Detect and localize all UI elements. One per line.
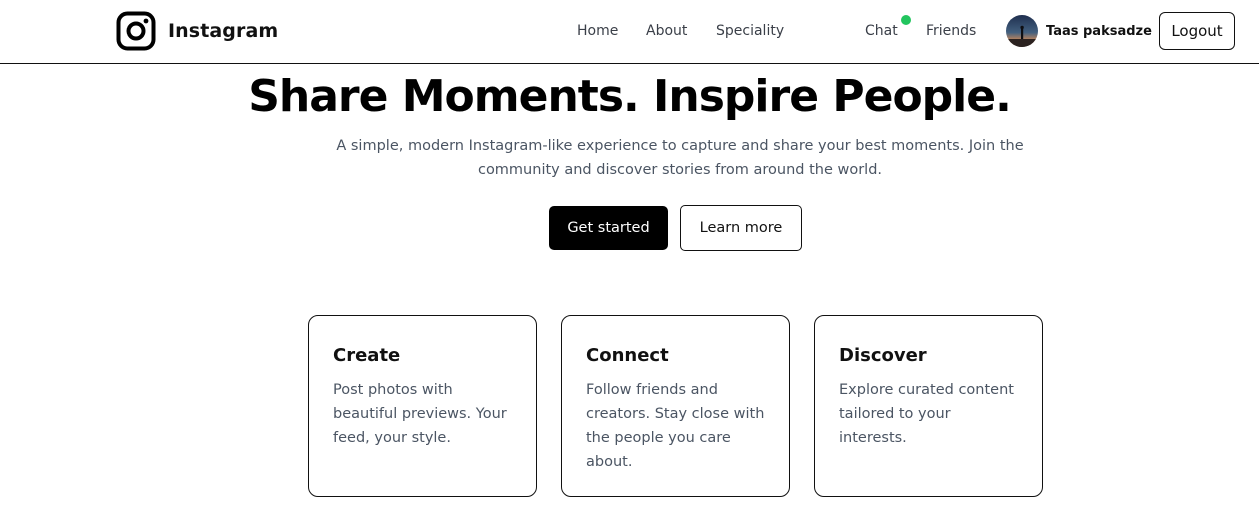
nav-friends-link[interactable]: Friends: [926, 23, 976, 39]
nav-speciality-link[interactable]: Speciality: [716, 23, 784, 39]
brand-name: Instagram: [168, 20, 279, 42]
user-name: Taas paksadze: [1046, 23, 1152, 39]
feature-card-create: Create Post photos with beautiful previe…: [308, 315, 537, 497]
logout-button[interactable]: Logout: [1159, 12, 1235, 50]
feature-card-title: Create: [333, 345, 401, 366]
feature-card-title: Discover: [839, 345, 927, 366]
feature-card-description: Follow friends and creators. Stay close …: [586, 382, 765, 470]
feature-card-connect: Connect Follow friends and creators. Sta…: [561, 315, 790, 497]
feature-card-discover: Discover Explore curated content tailore…: [814, 315, 1043, 497]
get-started-button[interactable]: Get started: [549, 206, 668, 250]
feature-card-description: Post photos with beautiful previews. You…: [333, 382, 507, 446]
nav-about-link[interactable]: About: [646, 23, 687, 39]
hero-title: Share Moments. Inspire People.: [248, 71, 1012, 122]
brand[interactable]: Instagram: [116, 11, 278, 51]
hero-subtitle: A simple, modern Instagram-like experien…: [336, 138, 1024, 178]
instagram-logo-icon: [116, 11, 156, 51]
top-navbar: Instagram Home About Speciality Chat Fri…: [0, 0, 1259, 64]
online-status-dot: [901, 15, 911, 25]
avatar: [1006, 15, 1038, 47]
user-profile[interactable]: Taas paksadze: [1006, 15, 1152, 47]
feature-card-description: Explore curated content tailored to your…: [839, 382, 1014, 446]
learn-more-button[interactable]: Learn more: [680, 205, 802, 251]
nav-chat-link[interactable]: Chat: [865, 23, 898, 39]
feature-card-title: Connect: [586, 345, 669, 366]
nav-home-link[interactable]: Home: [577, 23, 618, 39]
